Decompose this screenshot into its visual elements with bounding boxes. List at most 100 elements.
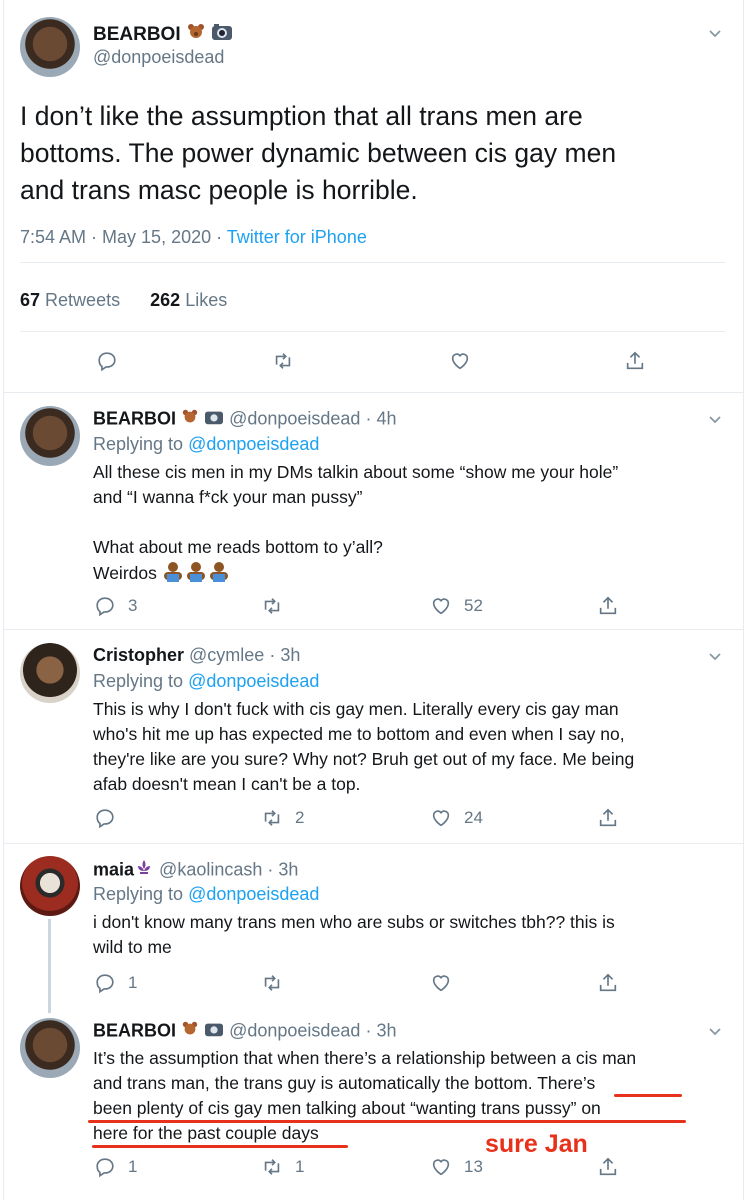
- divider: [20, 331, 725, 332]
- camera-icon: [211, 22, 233, 48]
- author-name[interactable]: BEARBOI: [93, 24, 181, 45]
- main-tweet-actions: [0, 350, 747, 374]
- like-button[interactable]: 24: [430, 807, 483, 829]
- chevron-down-icon[interactable]: [707, 411, 723, 427]
- retweet-button[interactable]: [261, 972, 295, 994]
- reply-button[interactable]: [94, 807, 128, 829]
- heart-icon: [451, 353, 469, 370]
- heart-icon: [432, 975, 450, 992]
- retweet-count: 1: [295, 1157, 305, 1176]
- chevron-down-icon[interactable]: [707, 25, 723, 41]
- chevron-down-icon[interactable]: [707, 648, 723, 664]
- annotation-text: sure Jan: [485, 1130, 588, 1158]
- heart-icon: [432, 810, 450, 827]
- tweet-source[interactable]: Twitter for iPhone: [227, 227, 367, 247]
- camera-icon: [204, 1020, 224, 1043]
- share-button[interactable]: [597, 595, 619, 617]
- tweet-meta: 7:54 AM · May 15, 2020 · Twitter for iPh…: [20, 227, 367, 248]
- retweet-icon: [264, 598, 280, 614]
- replying-to-handle[interactable]: @donpoeisdead: [188, 671, 319, 691]
- retweet-button[interactable]: [261, 595, 295, 617]
- reply-actions: 1 1 13: [0, 1156, 747, 1180]
- replying-to: Replying to @donpoeisdead: [93, 884, 320, 904]
- avatar[interactable]: [20, 643, 80, 703]
- divider: [3, 843, 744, 844]
- retweet-icon: [264, 975, 280, 991]
- engagement-stats: 67 Retweets 262 Likes: [20, 290, 227, 311]
- avatar[interactable]: [20, 856, 80, 916]
- retweet-icon: [264, 810, 280, 826]
- share-button[interactable]: [624, 350, 646, 372]
- divider: [3, 392, 744, 393]
- author-name[interactable]: BEARBOI: [93, 408, 176, 428]
- retweet-count: 2: [295, 808, 305, 827]
- replying-to-handle[interactable]: @donpoeisdead: [188, 434, 319, 454]
- like-button[interactable]: 52: [430, 595, 483, 617]
- tweet-text: All these cis men in my DMs talkin about…: [93, 460, 618, 589]
- reply-actions: 3 52: [0, 595, 747, 619]
- avatar[interactable]: [20, 17, 80, 77]
- replying-to-handle[interactable]: @donpoeisdead: [188, 884, 319, 904]
- teddy-bear-icon: [181, 408, 199, 431]
- share-button[interactable]: [597, 1156, 619, 1178]
- like-count: 24: [464, 808, 483, 827]
- retweet-button[interactable]: 2: [261, 807, 304, 829]
- reply-count: 3: [128, 596, 138, 615]
- reply-actions: 1: [0, 972, 747, 996]
- avatar[interactable]: [20, 1018, 80, 1078]
- likes-label[interactable]: Likes: [185, 290, 227, 310]
- retweet-icon: [264, 1159, 280, 1175]
- reply-icon: [96, 1158, 114, 1178]
- tweet-text: I don’t like the assumption that all tra…: [20, 101, 617, 205]
- like-count: 52: [464, 596, 483, 615]
- divider: [3, 629, 744, 630]
- share-button[interactable]: [597, 972, 619, 994]
- annotation-underline: [88, 1120, 686, 1123]
- like-button[interactable]: [449, 350, 471, 372]
- author-handle[interactable]: @donpoeisdead: [93, 47, 224, 68]
- camera-icon: [204, 408, 224, 431]
- retweet-button[interactable]: [272, 350, 294, 372]
- share-icon: [599, 973, 617, 992]
- retweet-button[interactable]: 1: [261, 1156, 304, 1178]
- share-button[interactable]: [597, 807, 619, 829]
- tweet-timestamp[interactable]: 7:54 AM · May 15, 2020 ·: [20, 227, 227, 247]
- share-icon: [599, 808, 617, 827]
- divider: [20, 262, 725, 263]
- reply-button[interactable]: [96, 350, 118, 372]
- reply-button[interactable]: 1: [94, 1156, 137, 1178]
- annotation-underline: [92, 1145, 348, 1148]
- author-handle-time[interactable]: @kaolincash · 3h: [159, 859, 298, 879]
- like-button[interactable]: [430, 972, 464, 994]
- share-icon: [599, 596, 617, 615]
- retweet-icon: [275, 353, 291, 369]
- reply-count: 1: [128, 973, 138, 992]
- reply-icon: [96, 809, 114, 829]
- shrug-emoji-icon: [162, 560, 232, 589]
- reply-icon: [96, 597, 114, 617]
- chevron-down-icon[interactable]: [707, 1023, 723, 1039]
- annotation-underline: [614, 1094, 682, 1097]
- share-icon: [599, 1157, 617, 1176]
- reply-actions: 2 24: [0, 807, 747, 831]
- reply-icon: [98, 352, 116, 372]
- author-handle-time[interactable]: @donpoeisdead · 3h: [229, 1020, 396, 1040]
- retweets-count[interactable]: 67: [20, 290, 40, 310]
- author-name[interactable]: BEARBOI: [93, 1020, 176, 1040]
- author-name[interactable]: Cristopher: [93, 645, 184, 665]
- reply-count: 1: [128, 1157, 138, 1176]
- author-handle-time[interactable]: @cymlee · 3h: [189, 645, 300, 665]
- author-name[interactable]: maia: [93, 859, 134, 879]
- tweet-text: This is why I don't fuck with cis gay me…: [93, 699, 635, 794]
- reply-button[interactable]: 3: [94, 595, 137, 617]
- avatar[interactable]: [20, 406, 80, 466]
- author-handle-time[interactable]: @donpoeisdead · 4h: [229, 408, 396, 428]
- like-count: 13: [464, 1157, 483, 1176]
- retweets-label[interactable]: Retweets: [45, 290, 120, 310]
- like-button[interactable]: 13: [430, 1156, 483, 1178]
- likes-count[interactable]: 262: [150, 290, 180, 310]
- reply-button[interactable]: 1: [94, 972, 137, 994]
- thread-line: [48, 919, 51, 1013]
- teddy-bear-icon: [186, 22, 206, 48]
- tweet-text: i don't know many trans men who are subs…: [93, 912, 615, 957]
